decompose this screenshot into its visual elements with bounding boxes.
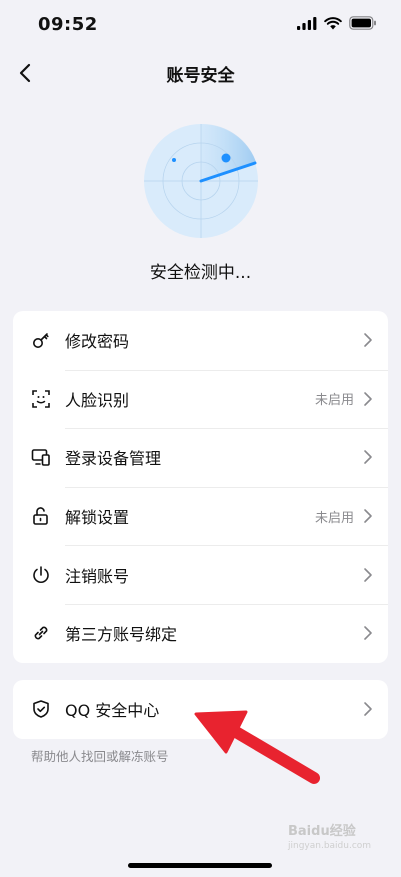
nav-bar: 账号安全 <box>0 50 401 94</box>
link-icon <box>31 623 51 643</box>
status-text: 未启用 <box>314 510 354 526</box>
chevron-right-icon <box>364 450 372 465</box>
chevron-right-icon <box>364 392 372 406</box>
chevron-right-icon <box>364 509 372 523</box>
power-icon <box>31 565 51 585</box>
change-password-row[interactable]: 修改密码 <box>13 311 388 370</box>
status-bar: 09:52 <box>0 0 401 50</box>
chevron-right-icon <box>364 567 372 582</box>
watermark-text: Baidu经验 <box>288 824 356 839</box>
chevron-right-icon <box>364 626 372 641</box>
wifi-icon <box>324 16 342 29</box>
home-indicator[interactable] <box>128 863 272 868</box>
row-label: 修改密码 <box>65 332 130 352</box>
unlock-icon <box>31 506 51 526</box>
row-label: 登录设备管理 <box>65 449 162 469</box>
face-scan-icon <box>31 389 51 409</box>
watermark-sub: jingyan.baidu.com <box>288 841 372 851</box>
signal-icon <box>297 16 317 30</box>
row-label: 第三方账号绑定 <box>65 625 178 645</box>
status-text: 未启用 <box>314 393 354 409</box>
row-label: 人脸识别 <box>65 390 130 410</box>
row-label: 注销账号 <box>65 566 130 586</box>
security-settings-card: 修改密码 人脸识别 未启用 登录设备管理 解锁设置 未启用 注销账号 第三方账号… <box>13 311 388 663</box>
watermark: Baidu经验 jingyan.baidu.com <box>288 820 371 851</box>
unlock-settings-row[interactable]: 解锁设置 未启用 <box>13 486 388 546</box>
key-icon <box>31 330 51 350</box>
annotation-arrow-icon <box>194 710 320 784</box>
chevron-right-icon <box>364 333 372 348</box>
radar-scan-icon <box>144 124 258 238</box>
third-party-binding-row[interactable]: 第三方账号绑定 <box>13 603 388 663</box>
status-icons <box>297 16 377 30</box>
page-title: 账号安全 <box>166 66 235 86</box>
login-devices-row[interactable]: 登录设备管理 <box>13 428 388 487</box>
battery-icon <box>349 16 376 30</box>
qq-center-hint: 帮助他人找回或解冻账号 <box>31 749 169 764</box>
deactivate-account-row[interactable]: 注销账号 <box>13 545 388 604</box>
row-label: QQ 安全中心 <box>65 701 160 721</box>
scan-status-text: 安全检测中... <box>149 263 252 283</box>
face-recognition-row[interactable]: 人脸识别 未启用 <box>13 369 388 429</box>
chevron-right-icon <box>364 702 372 717</box>
status-time: 09:52 <box>38 14 98 35</box>
shield-icon <box>31 699 51 719</box>
row-label: 解锁设置 <box>65 508 130 528</box>
devices-icon <box>31 447 51 467</box>
